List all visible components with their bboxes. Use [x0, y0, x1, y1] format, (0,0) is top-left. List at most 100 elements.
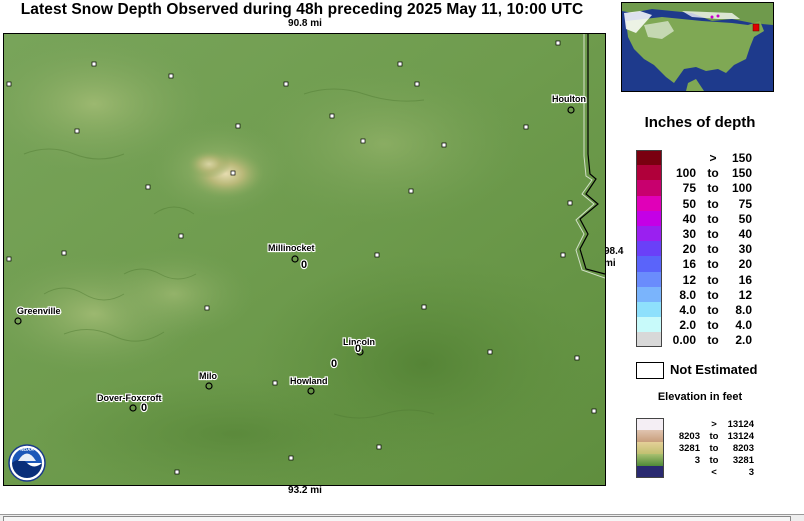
- obs-point[interactable]: [360, 138, 366, 144]
- legend-sep: to: [707, 287, 719, 302]
- obs-point[interactable]: [168, 73, 174, 79]
- station-name: Dover-Foxcroft: [97, 393, 162, 403]
- legend-sep: to: [707, 257, 719, 272]
- legend-high: 8.0: [735, 302, 752, 317]
- obs-point[interactable]: [6, 81, 12, 87]
- legend-swatch: [636, 256, 662, 272]
- legend-row: 20 to 30: [636, 241, 796, 257]
- legend-low: 40: [682, 211, 696, 226]
- obs-point[interactable]: [376, 444, 382, 450]
- legend-sep: to: [707, 166, 719, 181]
- elevation-sep: to: [709, 443, 719, 454]
- obs-point[interactable]: [441, 142, 447, 148]
- legend-swatch: [636, 286, 662, 302]
- legend-low: 20: [682, 242, 696, 257]
- scale-bottom-label: 93.2 mi: [288, 485, 322, 496]
- obs-point[interactable]: [91, 61, 97, 67]
- legend-swatch: [636, 180, 662, 196]
- map-title: Latest Snow Depth Observed during 48h pr…: [20, 1, 584, 18]
- legend-row: 16 to 20: [636, 256, 796, 272]
- legend-title: Inches of depth: [644, 114, 756, 131]
- legend-high: 50: [738, 211, 752, 226]
- obs-point[interactable]: [204, 305, 210, 311]
- legend-swatch: [636, 210, 662, 226]
- obs-point[interactable]: [174, 469, 180, 475]
- legend-swatch: [636, 317, 662, 333]
- station-name: Millinocket: [268, 243, 315, 253]
- katahdin-ridge: [187, 150, 231, 178]
- us-overview-svg: [622, 3, 773, 91]
- legend-sep: to: [707, 196, 719, 211]
- station-name: Houlton: [552, 94, 586, 104]
- region-locator[interactable]: [752, 23, 760, 32]
- legend-sep: to: [707, 242, 719, 257]
- legend-high: 150: [731, 166, 752, 181]
- elevation-swatch: [636, 418, 664, 430]
- obs-point[interactable]: [523, 124, 529, 130]
- obs-point[interactable]: [414, 81, 420, 87]
- legend-row: 75 to 100: [636, 180, 796, 196]
- legend-sep: to: [707, 318, 719, 333]
- obs-point[interactable]: [555, 40, 561, 46]
- station-name: Howland: [290, 376, 328, 386]
- obs-point[interactable]: [145, 184, 151, 190]
- obs-point[interactable]: [574, 355, 580, 361]
- obs-point[interactable]: [272, 380, 278, 386]
- elevation-high: 3281: [732, 455, 754, 466]
- depth-value: 0: [331, 358, 337, 370]
- legend-high: 30: [738, 242, 752, 257]
- legend-high: 12: [738, 287, 752, 302]
- not-estimated-swatch: [636, 362, 664, 379]
- obs-point[interactable]: [397, 61, 403, 67]
- elevation-high: 8203: [732, 443, 754, 454]
- legend-row: 50 to 75: [636, 195, 796, 211]
- not-estimated-label: Not Estimated: [670, 362, 758, 377]
- legend-high: 100: [731, 181, 752, 196]
- obs-point[interactable]: [591, 408, 597, 414]
- legend-high: 20: [738, 257, 752, 272]
- legend-swatch: [636, 225, 662, 242]
- scale-right-unit: mi: [604, 258, 616, 269]
- depth-value: 0: [141, 402, 147, 414]
- legend-swatch: [636, 241, 662, 257]
- snow-depth-map[interactable]: Houlton Millinocket 0 Greenville Lincoln…: [3, 33, 606, 486]
- elevation-low: 3281: [678, 443, 700, 454]
- scale-top-label: 90.8 mi: [288, 18, 322, 29]
- legend-high: 75: [738, 196, 752, 211]
- legend-swatch: [636, 165, 662, 181]
- obs-point[interactable]: [560, 252, 566, 258]
- legend-low: 100: [675, 166, 696, 181]
- obs-point[interactable]: [235, 123, 241, 129]
- elevation-high: 3: [748, 467, 754, 478]
- legend-high: 150: [731, 151, 752, 165]
- legend-sep: to: [707, 302, 719, 317]
- legend-row: 40 to 50: [636, 210, 796, 226]
- legend-swatch: [636, 195, 662, 211]
- elevation-swatch: [636, 466, 664, 478]
- legend-swatch: [636, 301, 662, 318]
- obs-point[interactable]: [230, 170, 236, 176]
- legend-row: 30 to 40: [636, 225, 796, 242]
- obs-point[interactable]: [288, 455, 294, 461]
- depth-value: 0: [355, 343, 361, 355]
- central-west-hills: [94, 249, 254, 339]
- terrain-map-svg: Houlton Millinocket 0 Greenville Lincoln…: [4, 34, 605, 485]
- legend-row: >150: [636, 150, 796, 166]
- obs-point[interactable]: [487, 349, 493, 355]
- scale-right-label: 98.4 mi: [604, 246, 628, 270]
- obs-point[interactable]: [178, 233, 184, 239]
- obs-point[interactable]: [6, 256, 12, 262]
- obs-point[interactable]: [567, 200, 573, 206]
- obs-point[interactable]: [61, 250, 67, 256]
- obs-point[interactable]: [421, 304, 427, 310]
- legend-low: 75: [682, 181, 696, 196]
- station-name: Greenville: [17, 306, 61, 316]
- obs-point[interactable]: [329, 113, 335, 119]
- obs-point[interactable]: [374, 252, 380, 258]
- obs-point[interactable]: [283, 81, 289, 87]
- us-overview-inset[interactable]: [621, 2, 774, 92]
- noaa-logo[interactable]: NOAA: [8, 444, 46, 482]
- obs-point[interactable]: [74, 128, 80, 134]
- obs-point[interactable]: [408, 188, 414, 194]
- deep-snow-marker: [716, 14, 720, 18]
